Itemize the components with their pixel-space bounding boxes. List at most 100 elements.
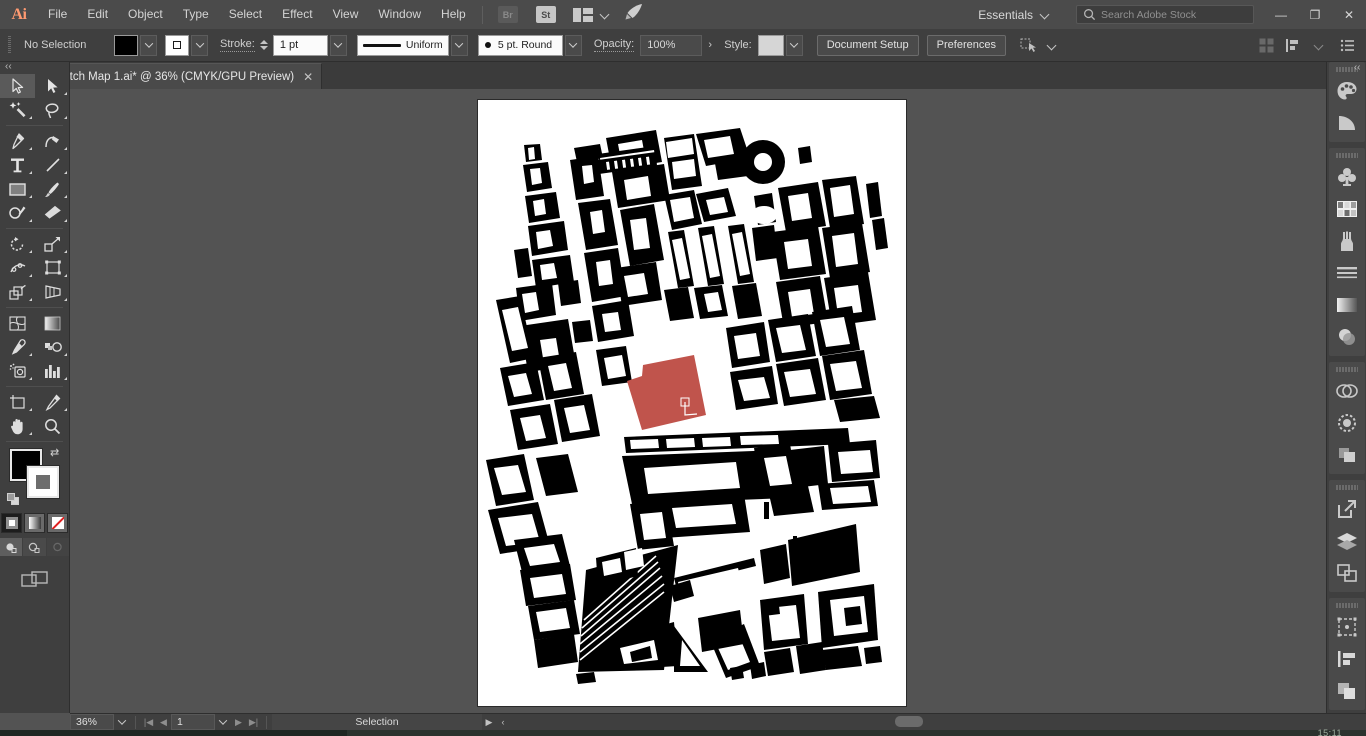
eyedropper-tool[interactable] bbox=[0, 335, 35, 359]
swatches-panel-icon[interactable] bbox=[1330, 193, 1364, 225]
bridge-icon[interactable]: Br bbox=[497, 6, 518, 23]
blend-tool[interactable] bbox=[35, 335, 70, 359]
opacity-label[interactable]: Opacity: bbox=[593, 38, 635, 52]
workspace-switcher[interactable]: Essentials bbox=[966, 0, 1066, 29]
fill-swatch-dropdown[interactable] bbox=[140, 34, 157, 56]
group-grip-3[interactable] bbox=[1335, 365, 1358, 373]
lasso-tool[interactable] bbox=[35, 98, 70, 122]
brush-definition-dropdown[interactable] bbox=[564, 34, 582, 56]
perspective-grid-tool[interactable] bbox=[35, 280, 70, 304]
stroke-panel-icon[interactable] bbox=[1330, 257, 1364, 289]
shaper-tool[interactable] bbox=[0, 201, 35, 225]
search-adobe-stock[interactable] bbox=[1076, 5, 1254, 24]
document-setup-button[interactable]: Document Setup bbox=[816, 34, 919, 56]
slice-tool[interactable] bbox=[35, 390, 70, 414]
minimize-button[interactable]: — bbox=[1264, 0, 1298, 29]
stroke-weight-label[interactable]: Stroke: bbox=[220, 38, 255, 52]
stroke-profile-dropdown[interactable] bbox=[450, 34, 468, 56]
last-artboard-button[interactable]: ▶| bbox=[246, 714, 261, 730]
align-objects-chevron-down-icon[interactable] bbox=[1315, 41, 1324, 50]
group-grip-4[interactable] bbox=[1335, 483, 1358, 491]
gradient-tool[interactable] bbox=[35, 311, 70, 335]
stock-icon[interactable]: St bbox=[535, 6, 556, 23]
preferences-button[interactable]: Preferences bbox=[926, 34, 1006, 56]
menu-edit[interactable]: Edit bbox=[77, 0, 118, 29]
maximize-restore-button[interactable]: ❐ bbox=[1298, 0, 1332, 29]
next-artboard-button[interactable]: ▶ bbox=[231, 714, 246, 730]
draw-behind-button[interactable] bbox=[23, 538, 46, 556]
stroke-weight-field[interactable]: 1 pt bbox=[272, 34, 328, 56]
stroke-swatch-dropdown[interactable] bbox=[191, 34, 208, 56]
color-button[interactable] bbox=[1, 513, 22, 533]
brush-definition-field[interactable]: 5 pt. Round bbox=[477, 34, 563, 56]
zoom-level-field[interactable]: 36% bbox=[70, 714, 114, 730]
menu-object[interactable]: Object bbox=[118, 0, 173, 29]
hand-tool[interactable] bbox=[0, 414, 35, 438]
menu-file[interactable]: File bbox=[38, 0, 77, 29]
draw-normal-button[interactable] bbox=[0, 538, 23, 556]
status-next-arrow[interactable]: ▶ bbox=[482, 714, 496, 730]
transform-panel-icon[interactable] bbox=[1330, 611, 1364, 643]
change-screen-mode-button[interactable] bbox=[0, 570, 69, 590]
transparency-panel-icon[interactable] bbox=[1330, 321, 1364, 353]
opacity-options-arrow[interactable]: › bbox=[702, 35, 718, 56]
artboards-panel-icon[interactable] bbox=[1330, 557, 1364, 589]
column-graph-tool[interactable] bbox=[35, 359, 70, 383]
stroke-weight-stepper[interactable] bbox=[258, 35, 270, 56]
menu-type[interactable]: Type bbox=[173, 0, 219, 29]
opacity-field[interactable]: 100% bbox=[640, 34, 703, 56]
rectangle-tool[interactable] bbox=[0, 177, 35, 201]
status-text[interactable]: Selection bbox=[272, 714, 482, 730]
stroke-swatch[interactable] bbox=[26, 465, 60, 499]
fill-color-swatch[interactable] bbox=[114, 34, 138, 56]
control-bar-grip[interactable] bbox=[6, 34, 13, 56]
artboard[interactable] bbox=[478, 100, 906, 706]
graphic-style-swatch[interactable] bbox=[757, 34, 784, 56]
image-trace-panel-icon[interactable] bbox=[1330, 439, 1364, 471]
artboard-dropdown[interactable] bbox=[215, 714, 231, 730]
horizontal-scroll-thumb[interactable] bbox=[895, 716, 923, 727]
layers-panel-icon[interactable] bbox=[1330, 525, 1364, 557]
gradient-button[interactable] bbox=[24, 513, 45, 533]
toolbar-collapse-icon[interactable] bbox=[0, 61, 69, 74]
group-grip-2[interactable] bbox=[1335, 151, 1358, 159]
color-panel-icon[interactable] bbox=[1330, 75, 1364, 107]
width-tool[interactable] bbox=[0, 256, 35, 280]
type-tool[interactable] bbox=[0, 153, 35, 177]
status-prev-arrow[interactable]: ‹ bbox=[496, 714, 510, 730]
align-objects-icon[interactable] bbox=[1281, 34, 1303, 56]
none-button[interactable] bbox=[47, 513, 68, 533]
default-fill-stroke-icon[interactable] bbox=[7, 493, 21, 507]
pathfinder-panel-icon[interactable] bbox=[1330, 675, 1364, 707]
appearance-panel-icon[interactable] bbox=[1330, 407, 1364, 439]
free-transform-tool[interactable] bbox=[35, 256, 70, 280]
artboard-tool[interactable] bbox=[0, 390, 35, 414]
stroke-color-swatch[interactable] bbox=[165, 34, 189, 56]
direct-selection-tool[interactable] bbox=[35, 74, 70, 98]
search-input[interactable] bbox=[1101, 8, 1247, 21]
graphic-style-dropdown[interactable] bbox=[785, 34, 803, 56]
panel-options-menu-icon[interactable] bbox=[1336, 34, 1358, 56]
stroke-profile-field[interactable]: Uniform bbox=[356, 34, 449, 56]
swap-fill-stroke-icon[interactable]: ⇄ bbox=[50, 447, 62, 459]
scale-tool[interactable] bbox=[35, 232, 70, 256]
rotate-tool[interactable] bbox=[0, 232, 35, 256]
rocket-icon[interactable] bbox=[624, 3, 644, 26]
magic-wand-tool[interactable] bbox=[0, 98, 35, 122]
asset-export-panel-icon[interactable] bbox=[1330, 493, 1364, 525]
close-icon[interactable]: ✕ bbox=[303, 71, 313, 83]
transform-grid-icon[interactable] bbox=[1255, 34, 1277, 56]
selection-tool[interactable] bbox=[0, 74, 35, 98]
draw-inside-button[interactable] bbox=[46, 538, 69, 556]
menu-view[interactable]: View bbox=[323, 0, 369, 29]
brushes-panel-icon[interactable] bbox=[1330, 225, 1364, 257]
zoom-level-dropdown[interactable] bbox=[114, 714, 130, 730]
previous-artboard-button[interactable]: ◀ bbox=[156, 714, 171, 730]
group-grip-5[interactable] bbox=[1335, 601, 1358, 609]
stroke-weight-dropdown[interactable] bbox=[329, 34, 347, 56]
line-segment-tool[interactable] bbox=[35, 153, 70, 177]
gradient-panel-icon[interactable] bbox=[1330, 289, 1364, 321]
close-button[interactable]: ✕ bbox=[1332, 0, 1366, 29]
color-guide-panel-icon[interactable] bbox=[1330, 107, 1364, 139]
menu-help[interactable]: Help bbox=[431, 0, 476, 29]
